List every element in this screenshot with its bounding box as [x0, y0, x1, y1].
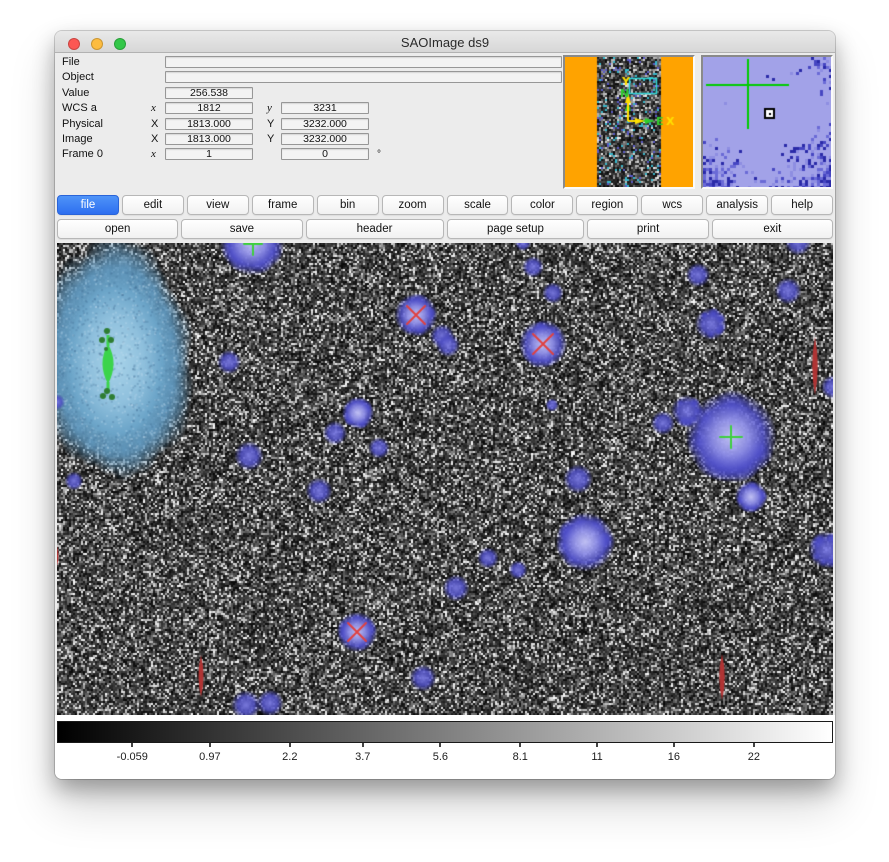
colorbar-tick-mark [753, 743, 755, 747]
wcs-label: WCS a [62, 102, 151, 114]
physical-label: Physical [62, 118, 151, 130]
info-row-frame: Frame 0 x 1 0 ° [62, 148, 567, 160]
file-field[interactable] [165, 56, 562, 68]
menu-edit[interactable]: edit [122, 195, 184, 215]
menu-region[interactable]: region [576, 195, 638, 215]
button-page-setup[interactable]: page setup [447, 219, 585, 239]
button-print[interactable]: print [587, 219, 708, 239]
menu-scale[interactable]: scale [447, 195, 509, 215]
colorbar-tick-mark [209, 743, 211, 747]
colorbar-tick-label: 3.7 [355, 751, 370, 763]
menu-bin[interactable]: bin [317, 195, 379, 215]
colorbar-section: -0.059 0.97 2.2 3.7 5.6 8.1 11 16 22 [55, 715, 835, 779]
colorbar-tick-label: 22 [748, 751, 760, 763]
object-label: Object [62, 71, 151, 83]
menu-view[interactable]: view [187, 195, 249, 215]
menu-analysis[interactable]: analysis [706, 195, 768, 215]
frame-zoom-field[interactable]: 1 [165, 148, 253, 160]
colorbar-tick-mark [519, 743, 521, 747]
colorbar-tick-mark [289, 743, 291, 747]
physical-x-field[interactable]: 1813.000 [165, 118, 253, 130]
colorbar-tick-mark [131, 743, 133, 747]
button-header[interactable]: header [306, 219, 444, 239]
physical-x-label: X [151, 118, 165, 130]
frame-x-label: x [151, 148, 165, 160]
panner-canvas[interactable] [565, 57, 693, 187]
info-row-object: Object [62, 71, 567, 83]
value-field[interactable]: 256.538 [165, 87, 253, 99]
colorbar-tick-mark [439, 743, 441, 747]
image-y-field[interactable]: 3232.000 [281, 133, 369, 145]
colorbar-tick-label: 0.97 [199, 751, 220, 763]
button-exit[interactable]: exit [712, 219, 833, 239]
info-row-value: Value 256.538 [62, 87, 567, 99]
physical-y-field[interactable]: 3232.000 [281, 118, 369, 130]
desktop: { "window": { "title": "SAOImage ds9" },… [0, 0, 889, 862]
physical-y-label: Y [267, 118, 281, 130]
info-panel: File Object Value 256.538 WCS a x 1812 y… [62, 56, 567, 164]
menu-row-2: open save header page setup print exit [57, 219, 833, 239]
magnifier[interactable] [701, 55, 833, 189]
magnifier-canvas[interactable] [703, 57, 831, 187]
colorbar-labels: -0.059 0.97 2.2 3.7 5.6 8.1 11 16 22 [57, 715, 833, 779]
colorbar-tick-mark [673, 743, 675, 747]
menu-row-1: file edit view frame bin zoom scale colo… [57, 195, 833, 215]
info-row-physical: Physical X 1813.000 Y 3232.000 [62, 118, 567, 130]
image-viewport[interactable] [57, 243, 833, 715]
wcs-y-label: y [267, 102, 281, 114]
object-field[interactable] [165, 71, 562, 83]
colorbar-tick-label: 2.2 [282, 751, 297, 763]
info-row-wcs: WCS a x 1812 y 3231 [62, 102, 567, 114]
wcs-x-field[interactable]: 1812 [165, 102, 253, 114]
menu-wcs[interactable]: wcs [641, 195, 703, 215]
info-row-file: File [62, 56, 567, 68]
colorbar-tick-mark [362, 743, 364, 747]
image-y-label: Y [267, 133, 281, 145]
button-save[interactable]: save [181, 219, 302, 239]
image-label: Image [62, 133, 151, 145]
button-open[interactable]: open [57, 219, 178, 239]
colorbar-tick-label: -0.059 [117, 751, 148, 763]
value-label: Value [62, 87, 151, 99]
degree-suffix: ° [377, 149, 381, 160]
file-label: File [62, 56, 151, 68]
wcs-x-label: x [151, 102, 165, 114]
colorbar-tick-label: 16 [668, 751, 680, 763]
menu-zoom[interactable]: zoom [382, 195, 444, 215]
frame-label: Frame 0 [62, 148, 151, 160]
frame-rotate-field[interactable]: 0 [281, 148, 369, 160]
window-title: SAOImage ds9 [55, 35, 835, 50]
colorbar-tick-label: 8.1 [513, 751, 528, 763]
menu-help[interactable]: help [771, 195, 833, 215]
menu-file[interactable]: file [57, 195, 119, 215]
menu-color[interactable]: color [511, 195, 573, 215]
titlebar[interactable]: SAOImage ds9 [55, 31, 835, 53]
image-x-field[interactable]: 1813.000 [165, 133, 253, 145]
colorbar-tick-label: 11 [591, 751, 602, 763]
image-x-label: X [151, 133, 165, 145]
info-row-image: Image X 1813.000 Y 3232.000 [62, 133, 567, 145]
colorbar-tick-label: 5.6 [433, 751, 448, 763]
wcs-y-field[interactable]: 3231 [281, 102, 369, 114]
ds9-window: SAOImage ds9 File Object Value 256.538 W… [55, 31, 835, 779]
menu-frame[interactable]: frame [252, 195, 314, 215]
panner[interactable] [563, 55, 695, 189]
colorbar-tick-mark [596, 743, 598, 747]
